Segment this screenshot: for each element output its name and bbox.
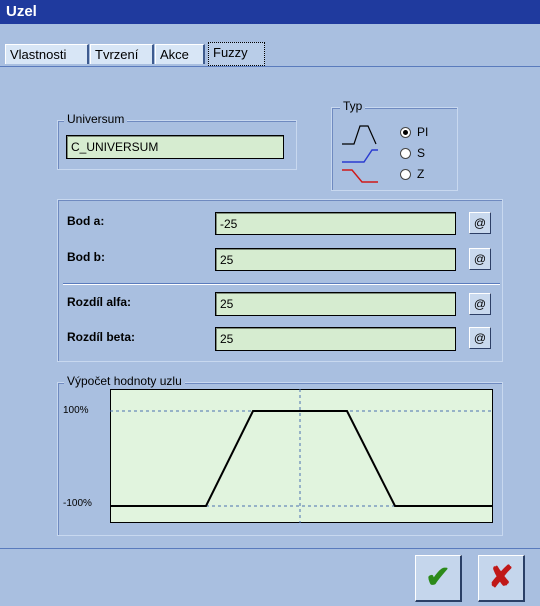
graph-bottom-label: -100% <box>63 498 92 509</box>
universum-legend: Universum <box>64 112 128 126</box>
universum-group: Universum <box>57 112 297 170</box>
dialog-window: Uzel Vlastnosti Tvrzení Akce Fuzzy Unive… <box>0 0 540 606</box>
typ-group: Typ PI S Z <box>331 99 458 191</box>
tab-akce[interactable]: Akce <box>155 44 205 64</box>
radio-pi[interactable]: PI <box>400 125 428 139</box>
graph-top-label: 100% <box>63 405 89 416</box>
radio-pi-dot[interactable] <box>400 127 411 139</box>
tab-vlastnosti[interactable]: Vlastnosti <box>5 44 89 64</box>
rozdil-beta-at-button[interactable]: @ <box>469 327 491 349</box>
bod-a-input[interactable] <box>215 212 456 235</box>
tab-tvrzeni[interactable]: Tvrzení <box>90 44 154 64</box>
bod-a-label: Bod a: <box>67 214 105 228</box>
radio-pi-label: PI <box>417 125 429 139</box>
tab-content-fuzzy: Universum Typ PI S Z Bod a: @ Bod b: @ <box>0 67 540 547</box>
s-shape-icon <box>342 149 378 163</box>
bod-b-at-button[interactable]: @ <box>469 248 491 270</box>
radio-s-dot[interactable] <box>400 148 411 160</box>
graph-group: Výpočet hodnoty uzlu 100% -100% <box>57 374 503 536</box>
radio-z-label: Z <box>417 167 425 181</box>
window-title: Uzel <box>0 0 540 24</box>
diff-section: Rozdíl alfa: @ Rozdíl beta: @ <box>57 283 501 361</box>
universum-input[interactable] <box>66 135 284 159</box>
radio-z[interactable]: Z <box>400 167 424 181</box>
rozdil-beta-label: Rozdíl beta: <box>67 330 135 344</box>
cancel-button[interactable]: ✘ <box>478 555 525 602</box>
bod-b-label: Bod b: <box>67 250 105 264</box>
radio-s[interactable]: S <box>400 146 425 160</box>
tab-strip: Vlastnosti Tvrzení Akce Fuzzy <box>0 24 540 66</box>
graph-plot-area <box>110 389 493 523</box>
rozdil-alfa-label: Rozdíl alfa: <box>67 295 132 309</box>
radio-s-label: S <box>417 146 426 160</box>
radio-z-dot[interactable] <box>400 169 411 181</box>
bod-b-input[interactable] <box>215 248 456 271</box>
tab-fuzzy[interactable]: Fuzzy <box>208 42 265 66</box>
checkmark-icon: ✔ <box>425 561 451 594</box>
membership-shape-icons <box>342 125 378 183</box>
typ-legend: Typ <box>340 99 366 113</box>
membership-graph <box>110 389 493 523</box>
bod-a-at-button[interactable]: @ <box>469 212 491 234</box>
graph-legend: Výpočet hodnoty uzlu <box>64 374 185 388</box>
ok-button[interactable]: ✔ <box>415 555 462 602</box>
cross-icon: ✘ <box>488 561 514 594</box>
pi-shape-icon <box>342 125 377 145</box>
rozdil-alfa-at-button[interactable]: @ <box>469 293 491 315</box>
rozdil-alfa-input[interactable] <box>215 292 456 316</box>
z-shape-icon <box>342 169 378 183</box>
rozdil-beta-input[interactable] <box>215 327 456 351</box>
